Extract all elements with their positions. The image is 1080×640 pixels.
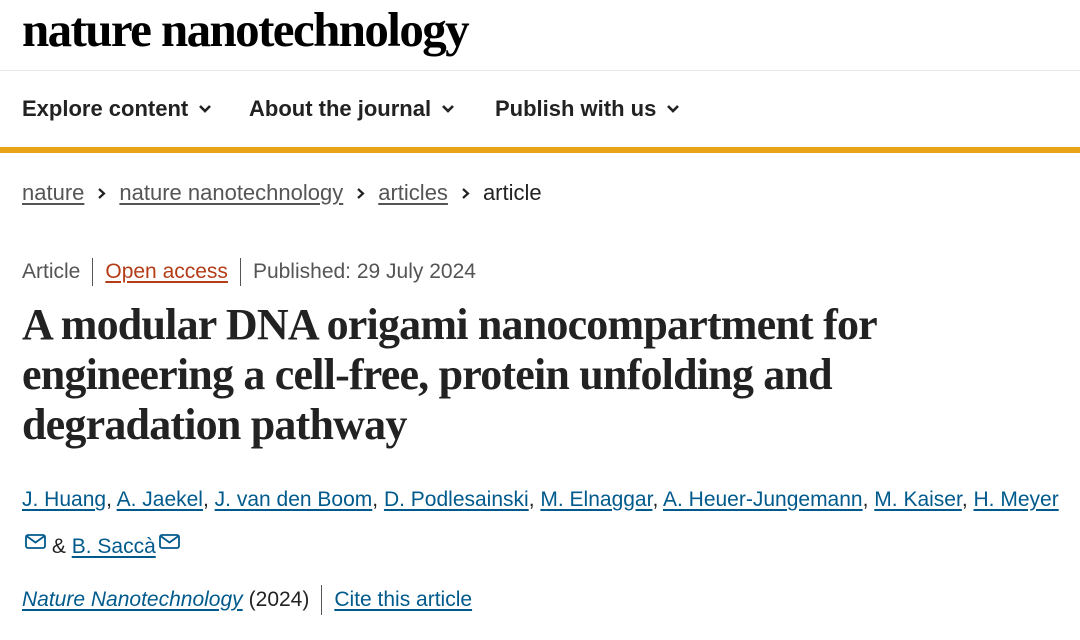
chevron-right-icon: [461, 187, 470, 200]
divider: [239, 258, 241, 286]
article-type: Article: [22, 260, 81, 283]
author-link[interactable]: M. Elnaggar: [540, 488, 652, 511]
author-link[interactable]: J. Huang: [22, 488, 106, 511]
nav-publish-with-us[interactable]: Publish with us: [495, 71, 680, 147]
author-separator: ,: [372, 488, 379, 511]
chevron-right-icon: [356, 187, 365, 200]
nav-about-journal[interactable]: About the journal: [249, 71, 455, 147]
author-and: &: [51, 535, 66, 558]
nav-label: About the journal: [249, 96, 432, 121]
author-separator: ,: [862, 488, 869, 511]
author-link[interactable]: A. Jaekel: [117, 488, 203, 511]
author-separator: ,: [961, 488, 968, 511]
nav-label: Publish with us: [495, 96, 657, 121]
author-separator: ,: [202, 488, 209, 511]
journal-logo[interactable]: nature nanotechnology: [22, 2, 470, 58]
author-link[interactable]: A. Heuer-Jungemann: [663, 488, 863, 511]
article-title: A modular DNA origami nanocompartment fo…: [22, 300, 877, 449]
published-date: Published: 29 July 2024: [252, 260, 476, 283]
chevron-right-icon: [97, 187, 107, 200]
author-link[interactable]: H. Meyer: [974, 488, 1059, 511]
citation-line: Nature Nanotechnology (2024) Cite this a…: [22, 585, 472, 615]
breadcrumb-nature[interactable]: nature: [22, 180, 84, 206]
article-meta: Article Open access Published: 29 July 2…: [22, 258, 476, 286]
chevron-down-icon: [441, 104, 455, 114]
author-link[interactable]: M. Kaiser: [874, 488, 962, 511]
author-list: J. Huang, A. Jaekel, J. van den Boom, D.…: [22, 478, 1062, 568]
journal-link[interactable]: Nature Nanotechnology: [22, 588, 243, 612]
breadcrumb-nature-nanotechnology[interactable]: nature nanotechnology: [119, 180, 343, 206]
author-link[interactable]: D. Podlesainski: [384, 488, 529, 511]
divider: [321, 585, 323, 615]
chevron-down-icon: [666, 104, 680, 114]
chevron-down-icon: [198, 104, 212, 114]
mail-icon[interactable]: [158, 521, 180, 564]
cite-article-link[interactable]: Cite this article: [334, 588, 472, 612]
open-access-link[interactable]: Open access: [105, 260, 228, 284]
author-separator: ,: [652, 488, 659, 511]
author-separator: ,: [528, 488, 535, 511]
mail-icon[interactable]: [25, 521, 46, 564]
breadcrumb-articles[interactable]: articles: [378, 180, 448, 206]
author-link[interactable]: J. van den Boom: [215, 488, 373, 511]
nav-label: Explore content: [22, 96, 189, 121]
author-separator: ,: [106, 488, 112, 511]
divider: [92, 258, 94, 286]
breadcrumb: nature nature nanotechnology articles ar…: [22, 180, 542, 206]
main-nav: Explore content About the journal Publis…: [0, 71, 1080, 153]
author-link[interactable]: B. Saccà: [72, 535, 156, 558]
site-header: nature nanotechnology: [0, 0, 1080, 71]
breadcrumb-current: article: [482, 180, 542, 205]
nav-explore-content[interactable]: Explore content: [22, 71, 212, 147]
publication-year: (2024): [248, 588, 310, 611]
